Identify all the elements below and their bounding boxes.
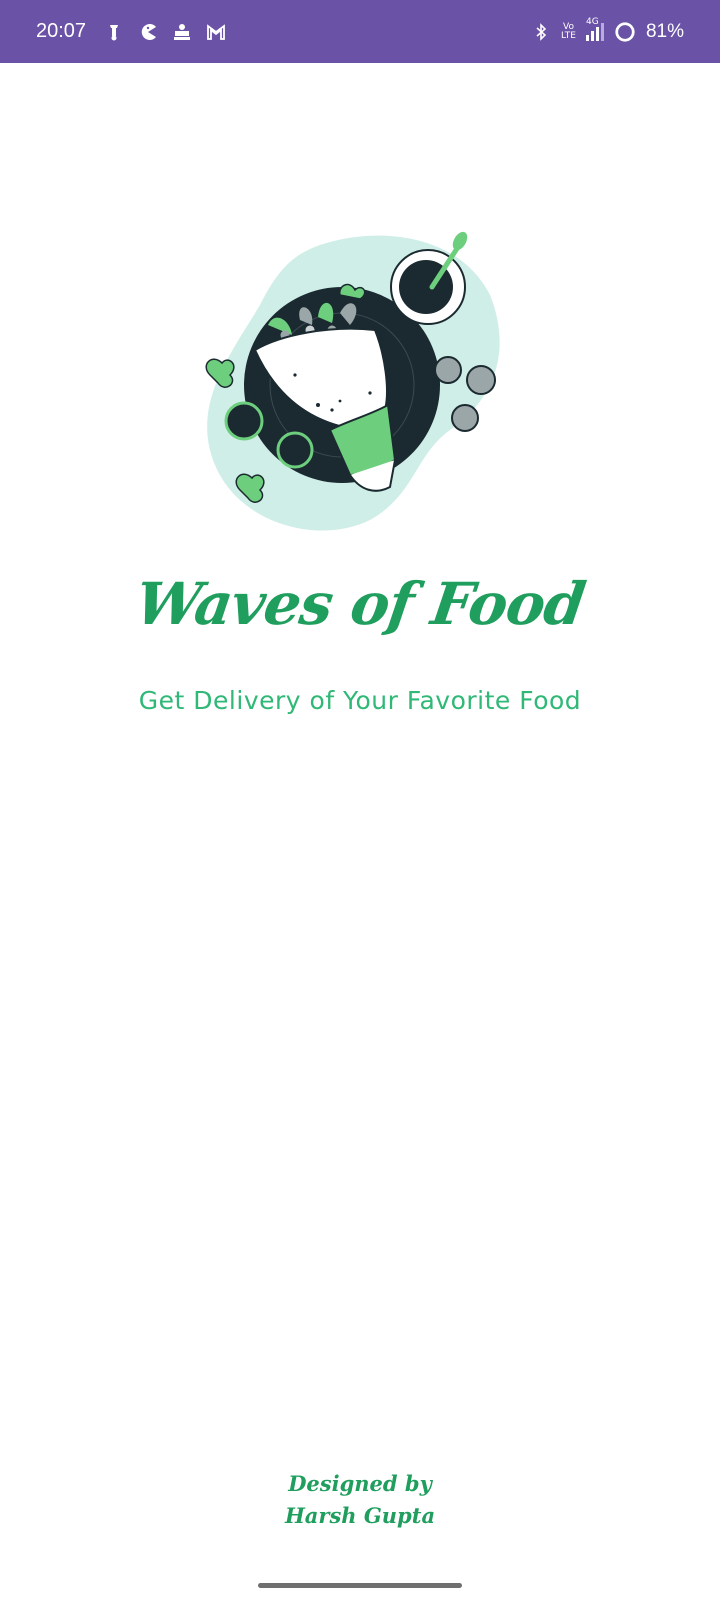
network-type-label: 4G (585, 16, 599, 27)
notification-icons (104, 22, 226, 42)
food-illustration (205, 231, 500, 531)
credit-name: Harsh Gupta (284, 1503, 436, 1528)
status-bar: 20:07 Vo LTE 4G 81% (0, 0, 720, 63)
gmail-icon (207, 23, 225, 40)
system-icons: Vo LTE 4G 81% (531, 17, 684, 43)
volte-icon: Vo LTE (561, 22, 576, 41)
designer-credit: Designed by Harsh Gupta (0, 1468, 720, 1532)
battery-ring-icon (615, 21, 635, 42)
signal-icon: 4G (585, 17, 604, 41)
volte-bottom-label: LTE (561, 30, 576, 41)
news-app-notification-icon (174, 23, 191, 40)
credit-label: Designed by (288, 1471, 432, 1496)
pac-notification-icon (141, 23, 157, 40)
home-gesture-bar[interactable] (258, 1583, 462, 1588)
app-title: Waves of Food (131, 570, 589, 638)
battery-percentage: 81% (645, 20, 684, 42)
app-tagline: Get Delivery of Your Favorite Food (138, 686, 582, 715)
bluetooth-icon (536, 22, 547, 41)
status-time: 20:07 (36, 20, 87, 42)
scooter-notification-icon (110, 24, 119, 40)
